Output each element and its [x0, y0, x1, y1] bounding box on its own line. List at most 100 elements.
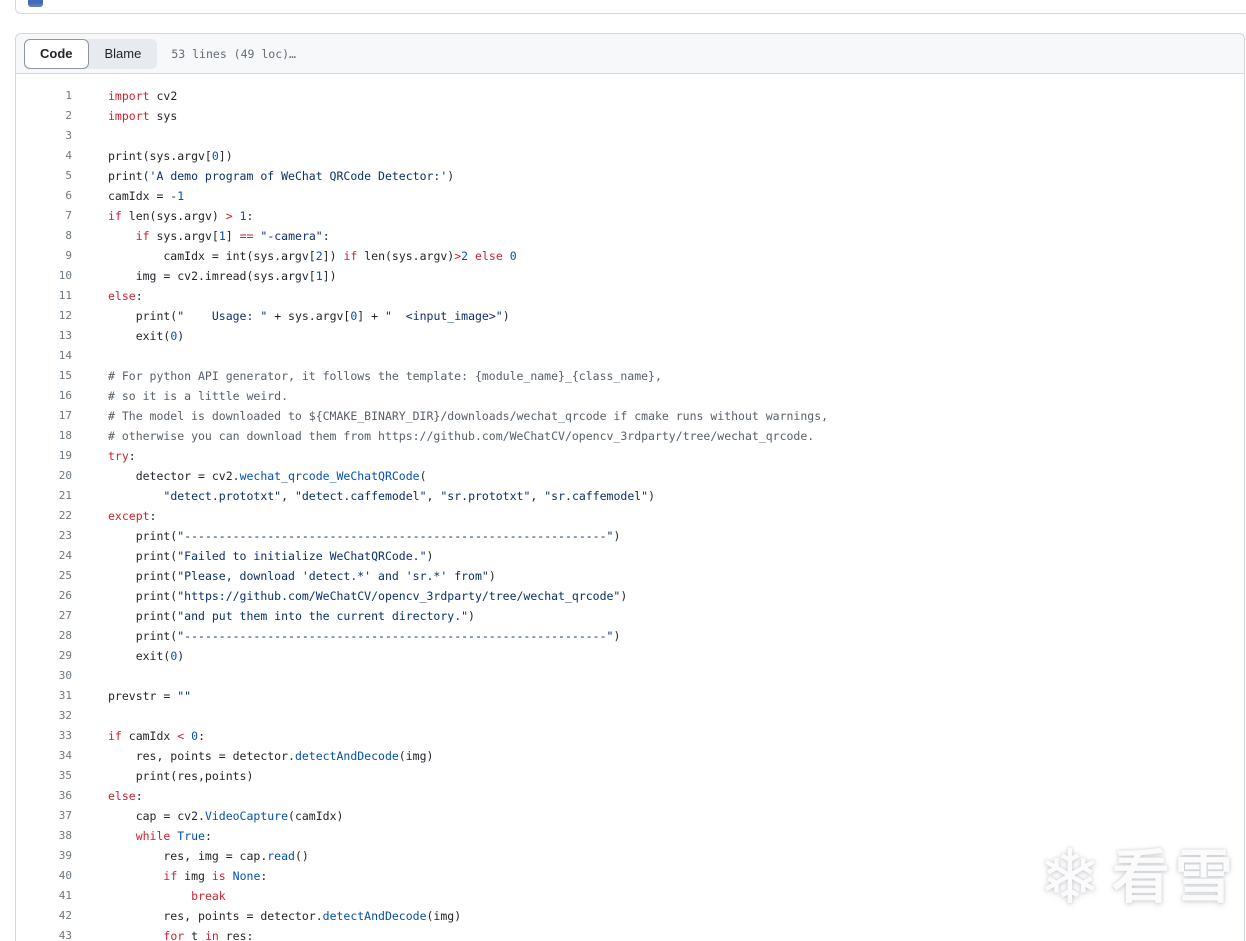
code-line: 32	[16, 706, 1244, 726]
code-line: 24 print("Failed to initialize WeChatQRC…	[16, 546, 1244, 566]
line-number[interactable]: 37	[16, 806, 72, 826]
tab-code[interactable]: Code	[24, 38, 89, 69]
code-text: camIdx = -1	[108, 189, 185, 203]
code-text: # The model is downloaded to ${CMAKE_BIN…	[108, 409, 829, 423]
line-number[interactable]: 40	[16, 866, 72, 886]
line-number[interactable]: 13	[16, 326, 72, 346]
line-number[interactable]: 12	[16, 306, 72, 326]
line-number[interactable]: 39	[16, 846, 72, 866]
line-number[interactable]: 33	[16, 726, 72, 746]
code-text: break	[191, 889, 226, 903]
code-text: # otherwise you can download them from h…	[108, 429, 815, 443]
code-text: print(" Usage: " + sys.argv[0] + " <inpu…	[108, 309, 510, 323]
code-line: 39 res, img = cap.read()	[16, 846, 1244, 866]
code-text: # so it is a little weird.	[108, 389, 289, 403]
code-text: if img is None:	[163, 869, 268, 883]
code-view-header: Code Blame 53 lines (49 loc)…	[16, 34, 1244, 74]
code-text: print("https://github.com/WeChatCV/openc…	[108, 589, 628, 603]
page: Code Blame 53 lines (49 loc)… 1 import cv…	[0, 0, 1246, 941]
line-number[interactable]: 10	[16, 266, 72, 286]
code-line: 15 # For python API generator, it follows…	[16, 366, 1244, 386]
code-text: except:	[108, 509, 157, 523]
code-line: 36 else:	[16, 786, 1244, 806]
code-line: 42 res, points = detector.detectAndDecod…	[16, 906, 1244, 926]
line-number[interactable]: 38	[16, 826, 72, 846]
line-number[interactable]: 25	[16, 566, 72, 586]
line-number[interactable]: 27	[16, 606, 72, 626]
code-line: 2 import sys	[16, 106, 1244, 126]
code-line: 28 print("------------------------------…	[16, 626, 1244, 646]
line-number[interactable]: 30	[16, 666, 72, 686]
code-text: img = cv2.imread(sys.argv[1])	[108, 269, 337, 283]
code-line: 7 if len(sys.argv) > 1:	[16, 206, 1244, 226]
code-line: 11 else:	[16, 286, 1244, 306]
code-line: 13 exit(0)	[16, 326, 1244, 346]
code-text: print("and put them into the current dir…	[108, 609, 475, 623]
code-line: 40 if img is None:	[16, 866, 1244, 886]
line-number[interactable]: 22	[16, 506, 72, 526]
code-text: res, points = detector.detectAndDecode(i…	[108, 749, 434, 763]
line-number[interactable]: 18	[16, 426, 72, 446]
code-line: 14	[16, 346, 1244, 366]
line-number[interactable]: 15	[16, 366, 72, 386]
line-number[interactable]: 17	[16, 406, 72, 426]
line-number[interactable]: 6	[16, 186, 72, 206]
code-line: 1 import cv2	[16, 86, 1244, 106]
avatar-icon	[28, 0, 43, 7]
line-number[interactable]: 2	[16, 106, 72, 126]
line-number[interactable]: 23	[16, 526, 72, 546]
line-number[interactable]: 42	[16, 906, 72, 926]
line-number[interactable]: 28	[16, 626, 72, 646]
line-number[interactable]: 1	[16, 86, 72, 106]
code-line: 16 # so it is a little weird.	[16, 386, 1244, 406]
line-number[interactable]: 14	[16, 346, 72, 366]
line-number[interactable]: 26	[16, 586, 72, 606]
line-number[interactable]: 24	[16, 546, 72, 566]
code-text: import cv2	[108, 89, 178, 103]
code-line: 34 res, points = detector.detectAndDecod…	[16, 746, 1244, 766]
line-number[interactable]: 11	[16, 286, 72, 306]
line-number[interactable]: 9	[16, 246, 72, 266]
code-line: 18 # otherwise you can download them from…	[16, 426, 1244, 446]
line-number[interactable]: 16	[16, 386, 72, 406]
code-line: 37 cap = cv2.VideoCapture(camIdx)	[16, 806, 1244, 826]
code-line: 10 img = cv2.imread(sys.argv[1])	[16, 266, 1244, 286]
line-number[interactable]: 20	[16, 466, 72, 486]
line-number[interactable]: 41	[16, 886, 72, 906]
line-number[interactable]: 31	[16, 686, 72, 706]
code-line: 31 prevstr = ""	[16, 686, 1244, 706]
code-line: 21 "detect.prototxt", "detect.caffemodel…	[16, 486, 1244, 506]
line-number[interactable]: 35	[16, 766, 72, 786]
code-text: print("---------------------------------…	[108, 629, 621, 643]
line-number[interactable]: 7	[16, 206, 72, 226]
line-number[interactable]: 4	[16, 146, 72, 166]
line-number[interactable]: 21	[16, 486, 72, 506]
code-line: 29 exit(0)	[16, 646, 1244, 666]
code-text: if camIdx < 0:	[108, 729, 205, 743]
code-lines: 1 import cv2 2 import sys 3 4 print(sys.argv[0…	[16, 74, 1244, 941]
line-number[interactable]: 8	[16, 226, 72, 246]
line-number[interactable]: 32	[16, 706, 72, 726]
file-metadata: 53 lines (49 loc)…	[171, 46, 296, 61]
code-text: res, img = cap.read()	[108, 849, 309, 863]
line-number[interactable]: 43	[16, 926, 72, 941]
code-text: res, points = detector.detectAndDecode(i…	[108, 909, 462, 923]
code-line: 9 camIdx = int(sys.argv[2]) if len(sys.a…	[16, 246, 1244, 266]
code-line: 30	[16, 666, 1244, 686]
line-number[interactable]: 3	[16, 126, 72, 146]
line-number[interactable]: 29	[16, 646, 72, 666]
line-number[interactable]: 36	[16, 786, 72, 806]
line-number[interactable]: 34	[16, 746, 72, 766]
code-text: print("Failed to initialize WeChatQRCode…	[108, 549, 434, 563]
code-line: 22 except:	[16, 506, 1244, 526]
line-number[interactable]: 5	[16, 166, 72, 186]
code-text: camIdx = int(sys.argv[2]) if len(sys.arg…	[108, 249, 517, 263]
code-text: import sys	[108, 109, 178, 123]
line-number[interactable]: 19	[16, 446, 72, 466]
code-line: 33 if camIdx < 0:	[16, 726, 1244, 746]
code-text: prevstr = ""	[108, 689, 192, 703]
tab-blame[interactable]: Blame	[89, 39, 158, 69]
code-text: print(res,points)	[108, 769, 254, 783]
code-text: print(sys.argv[0])	[108, 149, 233, 163]
